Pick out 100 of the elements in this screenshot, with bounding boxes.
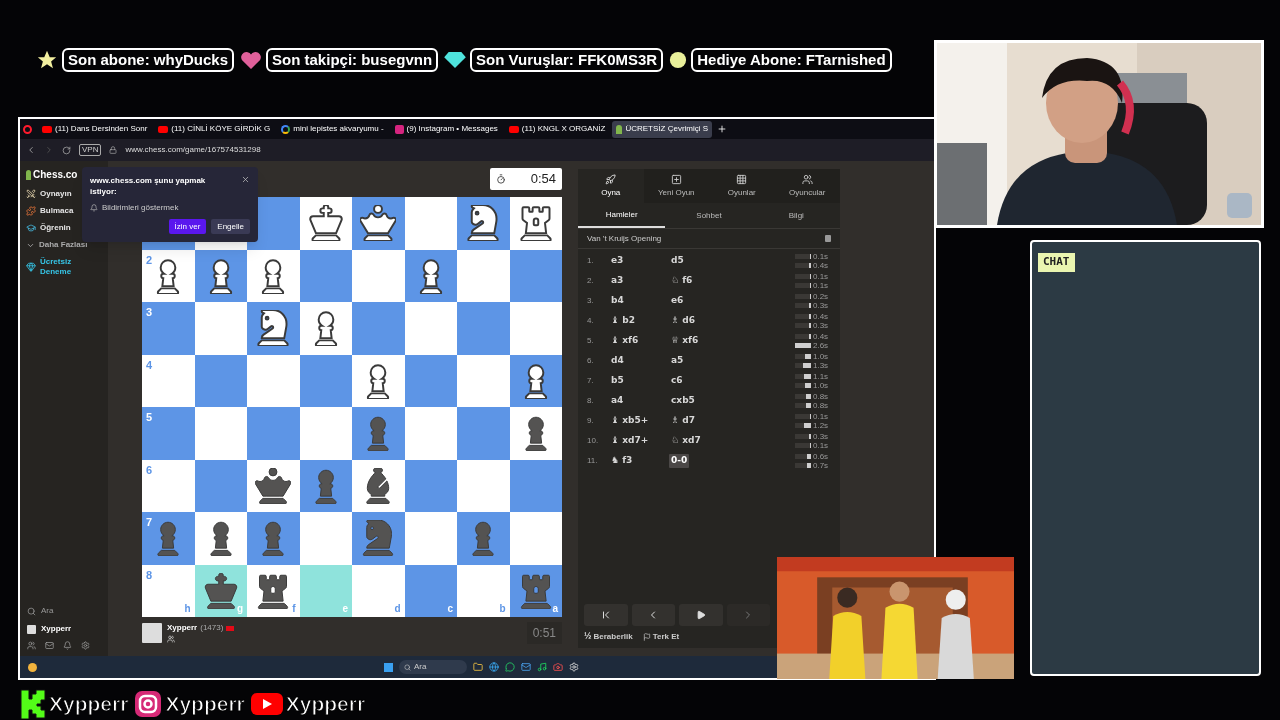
move-text[interactable]: ♗ d7 <box>669 414 697 428</box>
move-text[interactable]: d4 <box>609 354 626 368</box>
board-square[interactable] <box>352 459 405 512</box>
move-text[interactable]: ♗ d6 <box>669 314 697 328</box>
popup-button[interactable]: Engelle <box>211 219 250 234</box>
nav-tab[interactable]: Oyuncular <box>774 169 840 203</box>
board-square[interactable] <box>457 197 510 250</box>
taskbar-search[interactable]: Ara <box>399 660 467 674</box>
browser-tab[interactable]: (11) KNGL X ORGANİZ <box>504 120 610 138</box>
chat-title: CHAT <box>1038 253 1075 272</box>
draw-button[interactable]: Beraberlik <box>593 631 633 643</box>
player-rating: (1473) <box>200 622 224 634</box>
board-square[interactable] <box>194 512 247 565</box>
address-field[interactable]: www.chess.com/game/167574531298 <box>125 144 261 156</box>
sidebar-item[interactable]: Ücretsiz Deneme <box>26 257 102 277</box>
mail-icon[interactable] <box>521 662 531 672</box>
move-text[interactable]: b5 <box>609 374 626 388</box>
board-square[interactable] <box>299 459 352 512</box>
move-text[interactable]: ♕ xf6 <box>669 334 701 348</box>
move-text[interactable]: a5 <box>669 354 686 368</box>
board-square[interactable] <box>299 197 352 250</box>
friends-icon[interactable] <box>27 641 36 650</box>
play-button[interactable] <box>679 604 723 626</box>
back-icon[interactable] <box>26 145 36 155</box>
vpn-badge[interactable]: VPN <box>79 144 102 156</box>
move-time: 0.1s <box>813 441 830 450</box>
move-text[interactable]: ♝ xd7+ <box>609 434 651 448</box>
board-square[interactable] <box>509 197 562 250</box>
king-icon[interactable] <box>202 572 239 609</box>
move-text[interactable]: ♞ f3 <box>609 454 635 468</box>
player-name[interactable]: Xypperr <box>167 622 198 634</box>
move-text[interactable]: ♝ b2 <box>609 314 637 328</box>
new-tab-icon[interactable] <box>717 124 728 134</box>
board-square[interactable] <box>509 354 562 407</box>
camera-icon[interactable] <box>553 662 563 672</box>
move-time: 1.2s <box>813 421 830 430</box>
board-square[interactable] <box>352 197 405 250</box>
board-square[interactable] <box>247 459 300 512</box>
globe-icon[interactable] <box>489 662 499 672</box>
board-square[interactable] <box>299 302 352 355</box>
move-text[interactable]: ♘ xd7 <box>669 434 703 448</box>
queen-icon[interactable] <box>360 205 397 242</box>
panel-tab[interactable]: Sohbet <box>665 203 753 228</box>
king-icon[interactable] <box>307 205 344 242</box>
sidebar-search[interactable]: Ara <box>41 605 54 617</box>
reload-icon[interactable] <box>62 145 71 155</box>
board-square[interactable] <box>247 302 300 355</box>
browser-logo-icon[interactable] <box>23 124 32 134</box>
board-square[interactable] <box>404 249 457 302</box>
nav-tab[interactable]: Oyna <box>578 169 644 203</box>
chat-bubble-icon[interactable] <box>505 662 515 672</box>
browser-tab[interactable]: ÜCRETSİZ Çevrimiçi S <box>612 120 713 138</box>
move-text[interactable]: d5 <box>669 254 686 268</box>
popup-button[interactable]: İzin ver <box>168 219 207 234</box>
folder-icon[interactable] <box>473 662 483 672</box>
knight-icon[interactable] <box>255 310 292 347</box>
move-number: 7. <box>587 375 595 387</box>
music-icon[interactable] <box>537 662 547 672</box>
sidebar-item[interactable]: Bulmaca <box>26 206 102 216</box>
move-text[interactable]: ♘ f6 <box>669 274 695 288</box>
move-text[interactable]: e3 <box>609 254 626 268</box>
move-text[interactable]: c6 <box>669 374 685 388</box>
mail-icon[interactable] <box>45 641 54 650</box>
site-logo[interactable]: Chess.co <box>33 167 78 182</box>
move-text[interactable]: cxb5 <box>669 394 697 408</box>
board-square[interactable] <box>352 354 405 407</box>
bell-icon[interactable] <box>63 641 72 650</box>
search-icon[interactable] <box>27 606 36 616</box>
queen-icon[interactable] <box>255 467 292 504</box>
knight-icon[interactable] <box>465 205 502 242</box>
google-icon <box>281 124 291 134</box>
board-square[interactable] <box>194 249 247 302</box>
move-text[interactable]: ♝ xb5+ <box>609 414 651 428</box>
browser-tab[interactable]: mini lepistes akvaryumu - <box>277 120 388 138</box>
sidebar-username[interactable]: Xypperr <box>41 623 72 635</box>
browser-tab[interactable]: (9) Instagram • Messages <box>390 120 502 138</box>
resign-button[interactable]: Terk Et <box>652 631 680 643</box>
browser-tab[interactable]: (11) CİNLİ KÖYE GİRDİK G <box>154 120 275 138</box>
rook-icon[interactable] <box>517 205 554 242</box>
settings-icon[interactable] <box>81 641 90 650</box>
move-number: 9. <box>587 415 595 427</box>
panel-tab[interactable]: Bilgi <box>752 203 840 228</box>
move-text[interactable]: e6 <box>669 294 686 308</box>
close-icon[interactable] <box>241 175 250 184</box>
move-text[interactable]: a4 <box>609 394 626 408</box>
nav-tab[interactable]: Oyunlar <box>709 169 775 203</box>
users-icon <box>801 173 813 185</box>
move-text[interactable]: ♝ xf6 <box>609 334 641 348</box>
move-text[interactable]: a3 <box>609 274 626 288</box>
move-number: 1. <box>587 255 595 267</box>
board-square[interactable] <box>509 407 562 460</box>
sidebar-item[interactable]: Öğrenin <box>26 223 102 233</box>
move-text[interactable]: 0-0 <box>669 454 690 468</box>
board-square[interactable] <box>247 249 300 302</box>
move-text[interactable]: b4 <box>609 294 626 308</box>
nav-tab[interactable]: Yeni Oyun <box>643 169 709 203</box>
panel-tab[interactable]: Hamleler <box>578 203 666 228</box>
browser-tab[interactable]: (11) Dans Dersinden Sonr <box>38 120 152 138</box>
sidebar-item[interactable]: Daha Fazlası <box>26 240 102 250</box>
first-move-button[interactable] <box>584 604 628 626</box>
